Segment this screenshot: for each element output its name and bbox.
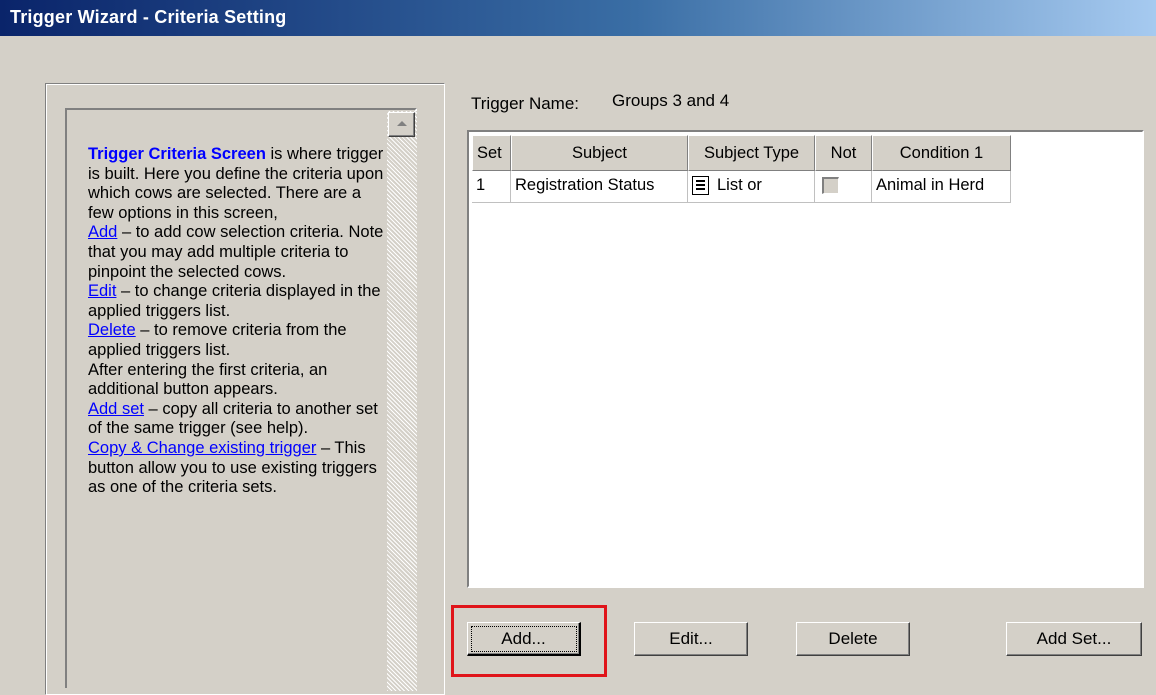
cell-not: [815, 171, 872, 203]
help-heading: Trigger Criteria Screen: [88, 145, 266, 163]
edit-button[interactable]: Edit...: [634, 622, 748, 656]
column-header-subject-type[interactable]: Subject Type: [688, 135, 815, 171]
help-edit-link[interactable]: Edit: [88, 282, 116, 300]
delete-button[interactable]: Delete: [796, 622, 910, 656]
subject-type-text: List or: [717, 176, 762, 194]
title-bar: Trigger Wizard - Criteria Setting: [0, 0, 1156, 36]
help-scrollbar-track[interactable]: [387, 111, 417, 691]
trigger-name-value: Groups 3 and 4: [612, 91, 730, 110]
add-set-button[interactable]: Add Set...: [1006, 622, 1142, 656]
help-delete-link[interactable]: Delete: [88, 321, 136, 339]
scroll-up-button[interactable]: [388, 112, 415, 137]
list-icon: [692, 176, 709, 196]
help-edit-text: – to change criteria displayed in the ap…: [88, 282, 381, 320]
cell-condition-1: Animal in Herd: [872, 171, 1011, 203]
column-header-set[interactable]: Set: [472, 135, 511, 171]
help-add-link[interactable]: Add: [88, 223, 117, 241]
column-header-condition-1[interactable]: Condition 1: [872, 135, 1011, 171]
column-header-subject[interactable]: Subject: [511, 135, 688, 171]
help-text: Trigger Criteria Screen is where trigger…: [88, 145, 384, 498]
help-copy-link[interactable]: Copy & Change existing trigger: [88, 439, 316, 457]
help-add-text: – to add cow selection criteria. Note th…: [88, 223, 384, 281]
help-after-text: After entering the first criteria, an ad…: [88, 360, 328, 399]
window-title: Trigger Wizard - Criteria Setting: [10, 7, 287, 27]
criteria-grid[interactable]: Set Subject Subject Type Not Condition 1…: [467, 130, 1144, 588]
cell-subject: Registration Status: [511, 171, 688, 203]
help-addset-link[interactable]: Add set: [88, 400, 144, 418]
column-header-not[interactable]: Not: [815, 135, 872, 171]
add-button[interactable]: Add...: [467, 622, 581, 656]
cell-subject-type: List or: [688, 171, 815, 203]
not-checkbox[interactable]: [822, 177, 839, 195]
trigger-name-label: Trigger Name:: [471, 94, 580, 113]
cell-set: 1: [472, 171, 511, 203]
